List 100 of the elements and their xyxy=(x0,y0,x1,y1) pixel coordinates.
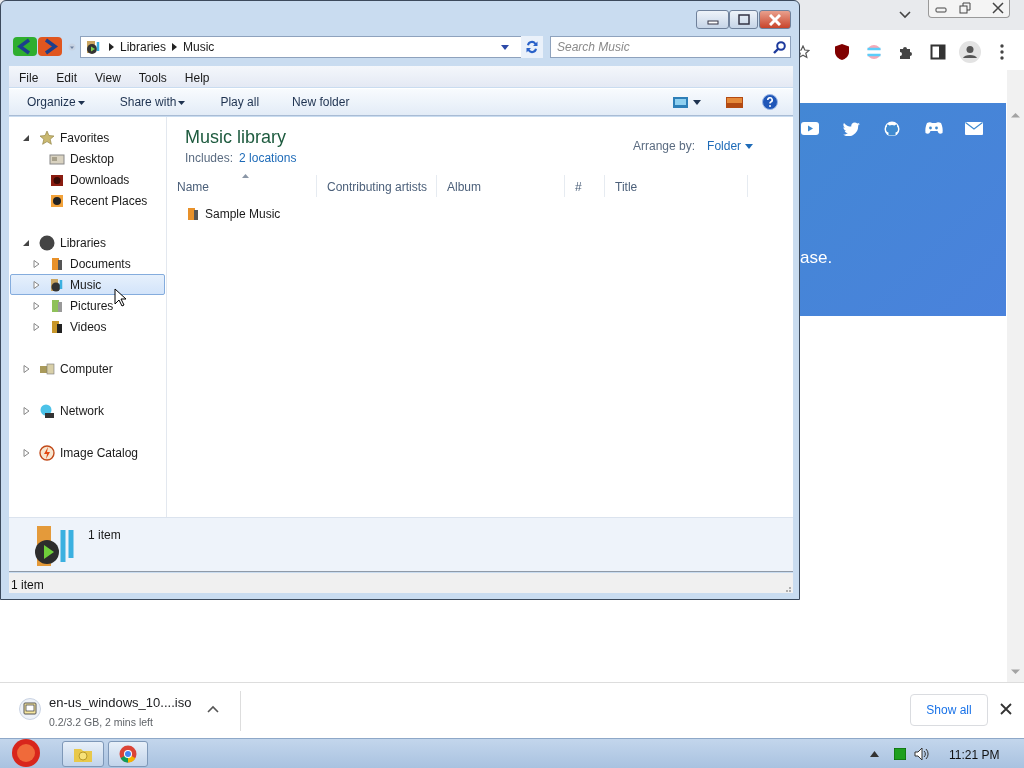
caret-icon[interactable] xyxy=(176,98,188,107)
breadcrumb-item[interactable]: Libraries xyxy=(120,38,167,56)
mouse-pointer-icon xyxy=(114,288,126,307)
bird-icon[interactable] xyxy=(842,121,861,136)
restore-icon[interactable] xyxy=(959,2,971,14)
collapsed-icon[interactable] xyxy=(32,259,40,268)
menu-item[interactable]: File xyxy=(9,66,47,87)
toolbar-button[interactable]: Share with xyxy=(101,89,203,115)
side-panel-icon[interactable] xyxy=(930,44,946,60)
toolbar-button[interactable]: New folder xyxy=(274,89,365,115)
collapsed-icon[interactable] xyxy=(32,301,40,310)
minimize-button[interactable] xyxy=(696,10,729,29)
search-icon[interactable] xyxy=(773,41,786,54)
collapsed-icon[interactable] xyxy=(22,364,30,373)
toolbar-button[interactable]: Organize xyxy=(9,89,102,115)
maximize-button[interactable] xyxy=(729,10,758,29)
item-count: 1 item xyxy=(88,527,121,544)
search-field[interactable]: Search Music xyxy=(550,36,791,58)
arrange-dropdown[interactable]: Folder xyxy=(707,137,754,155)
collapsed-icon[interactable] xyxy=(22,406,30,415)
play-icon[interactable] xyxy=(801,121,820,136)
download-status: 0.2/3.2 GB, 2 mins left xyxy=(49,715,153,730)
maximize-icon[interactable] xyxy=(737,13,750,26)
menu-item[interactable]: Edit xyxy=(46,66,86,87)
address-bar[interactable]: Libraries Music xyxy=(80,36,543,58)
preview-pane-icon[interactable] xyxy=(726,96,743,108)
forward-button[interactable] xyxy=(38,37,62,56)
tree-item[interactable]: Network xyxy=(10,400,165,421)
column-header[interactable]: Contributing artists xyxy=(317,175,437,197)
locations-link[interactable]: 2 locations xyxy=(239,149,297,167)
file-name[interactable]: Sample Music xyxy=(205,205,281,223)
tree-item[interactable]: Libraries xyxy=(10,232,165,253)
browser-icon xyxy=(119,745,137,763)
file-name[interactable]: en-us_windows_10....iso xyxy=(49,693,192,713)
tree-item[interactable]: Videos xyxy=(10,316,165,337)
column-header[interactable]: Name xyxy=(167,175,317,197)
expanded-icon[interactable] xyxy=(22,133,30,142)
show-all-button[interactable]: Show all xyxy=(910,694,988,726)
collapsed-icon[interactable] xyxy=(22,448,30,457)
iso-file-icon xyxy=(19,698,41,720)
arrange-label: Arrange by: xyxy=(633,138,696,155)
tree-item[interactable]: Computer xyxy=(10,358,165,379)
chevron-up-icon[interactable] xyxy=(207,705,219,713)
tree-item[interactable]: Favorites xyxy=(10,127,165,148)
tree-item[interactable]: Documents xyxy=(10,253,165,274)
taskbar-button[interactable] xyxy=(62,741,104,767)
breadcrumb-item[interactable]: Music xyxy=(183,38,215,56)
gamepad-icon[interactable] xyxy=(924,121,943,136)
puzzle-icon[interactable] xyxy=(898,44,914,60)
includes-label: Includes: xyxy=(185,150,234,167)
help-icon[interactable] xyxy=(762,94,778,110)
taskbar-button[interactable] xyxy=(108,741,148,767)
tree-item[interactable]: Recent Places xyxy=(10,190,165,211)
mail-icon[interactable] xyxy=(965,121,984,136)
tree-item[interactable]: Music xyxy=(10,274,165,295)
banner-text: ase. xyxy=(800,247,833,269)
speaker-icon[interactable] xyxy=(914,747,930,761)
dropdown-icon[interactable] xyxy=(501,44,509,50)
column-header[interactable]: # xyxy=(565,175,605,197)
star-icon xyxy=(39,129,55,146)
close-icon[interactable] xyxy=(1000,703,1012,715)
shield-icon[interactable] xyxy=(834,43,850,61)
menu-item[interactable]: View xyxy=(85,66,129,87)
tree-item[interactable]: Pictures xyxy=(10,295,165,316)
close-icon[interactable] xyxy=(992,2,1004,14)
tree-item[interactable]: Desktop xyxy=(10,148,165,169)
disc-icon xyxy=(39,234,55,251)
tree-item[interactable]: Downloads xyxy=(10,169,165,190)
breadcrumb-arrow-icon[interactable] xyxy=(109,43,114,51)
library-icon xyxy=(49,276,65,293)
column-header[interactable]: Album xyxy=(437,175,565,197)
resize-grip-icon[interactable] xyxy=(783,584,792,593)
breadcrumb-arrow-icon[interactable] xyxy=(172,43,178,51)
sort-arrow-icon xyxy=(241,174,249,178)
avatar-icon[interactable] xyxy=(959,41,981,63)
back-button[interactable] xyxy=(13,37,37,56)
status-text: 1 item xyxy=(9,573,793,593)
chevron-down-icon[interactable] xyxy=(899,11,911,19)
close-button[interactable] xyxy=(759,10,791,29)
lightning-icon xyxy=(39,444,55,461)
collapsed-icon[interactable] xyxy=(32,322,40,331)
show-hidden-icons-icon[interactable] xyxy=(870,751,879,757)
menu-item[interactable]: Tools xyxy=(128,66,175,87)
expanded-icon[interactable] xyxy=(22,238,30,247)
view-dropdown-icon[interactable] xyxy=(693,99,701,105)
computer-icon xyxy=(39,360,55,377)
tree-item[interactable]: Image Catalog xyxy=(10,442,165,463)
library-title: Music library xyxy=(185,126,286,149)
toolbar-button[interactable]: Play all xyxy=(202,89,275,115)
menu-item[interactable]: Help xyxy=(174,66,218,87)
column-header[interactable]: Title xyxy=(605,175,748,197)
menu-icon[interactable] xyxy=(1000,44,1004,60)
minimize-icon[interactable] xyxy=(935,4,947,14)
cat-icon[interactable] xyxy=(883,121,902,136)
caret-icon[interactable] xyxy=(745,143,754,149)
clock[interactable]: 11:21 PM xyxy=(949,746,1000,764)
caret-icon[interactable] xyxy=(75,98,87,107)
view-icon[interactable] xyxy=(673,96,688,108)
collapsed-icon[interactable] xyxy=(32,280,40,289)
refresh-button[interactable] xyxy=(521,36,543,58)
